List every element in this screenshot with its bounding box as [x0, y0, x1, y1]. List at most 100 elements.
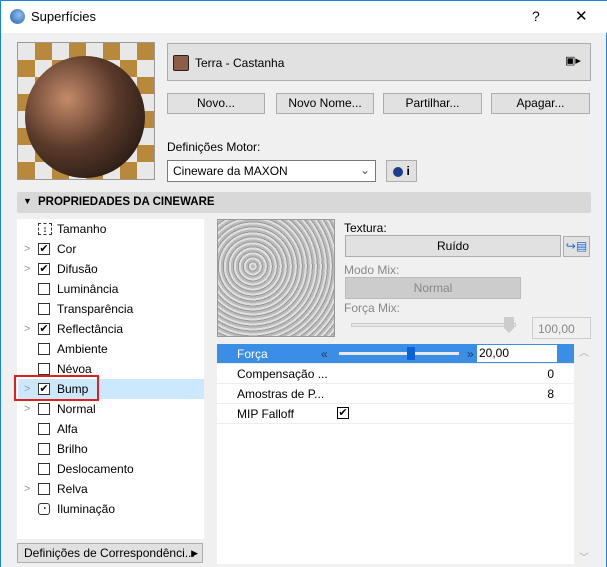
mix-strength-slider[interactable] — [351, 323, 516, 327]
share-button[interactable]: Partilhar... — [383, 93, 482, 114]
mix-strength-field[interactable]: 100,00 — [532, 317, 591, 339]
channel-checkbox[interactable] — [38, 443, 50, 455]
collapse-triangle-icon: ▼ — [23, 196, 32, 206]
property-name: Amostras de P... — [237, 387, 325, 401]
mix-strength-thumb[interactable] — [504, 317, 514, 333]
scrollbar[interactable]: ︿ ﹀ — [576, 344, 591, 564]
channel-item-cor[interactable]: > ✔ Cor — [18, 239, 204, 259]
size-icon: ↕ — [38, 223, 52, 235]
decrease-icon[interactable]: « — [321, 344, 328, 364]
delete-button[interactable]: Apagar... — [491, 93, 590, 114]
title-bar: Superfícies ? ✕ — [1, 1, 607, 33]
channel-checkbox[interactable] — [38, 343, 50, 355]
chevron-right-icon[interactable]: > — [24, 399, 30, 419]
mip-falloff-checkbox[interactable]: ✔ — [337, 407, 349, 419]
new-button[interactable]: Novo... — [167, 93, 265, 114]
property-name: MIP Falloff — [237, 407, 294, 421]
channel-label: Luminância — [57, 282, 119, 296]
chevron-right-icon[interactable]: > — [24, 319, 30, 339]
cineware-icon — [393, 166, 404, 177]
channel-checkbox[interactable] — [38, 283, 50, 295]
force-slider-thumb[interactable] — [407, 347, 415, 360]
channel-checkbox[interactable] — [38, 303, 50, 315]
scroll-up-icon[interactable]: ︿ — [579, 344, 589, 359]
mix-mode-label: Modo Mix: — [344, 263, 400, 277]
mapping-settings-label: Definições de Correspondênci... — [24, 546, 195, 560]
material-preview — [17, 42, 155, 180]
property-value: 8 — [547, 387, 554, 401]
channel-label: Deslocamento — [57, 462, 134, 476]
channel-checkbox[interactable] — [38, 403, 50, 415]
info-icon: i — [406, 164, 410, 178]
channel-label: Difusão — [57, 262, 98, 276]
property-value: 0 — [547, 367, 554, 381]
property-row[interactable]: MIP Falloff ✔ — [217, 404, 574, 424]
close-button[interactable]: ✕ — [575, 7, 588, 25]
channel-checkbox[interactable] — [38, 363, 50, 375]
channel-checkbox[interactable]: ✔ — [38, 263, 50, 275]
property-name: Compensação ... — [237, 367, 328, 381]
app-logo-icon — [10, 9, 25, 24]
channel-label: Iluminação — [57, 502, 116, 516]
scroll-down-icon[interactable]: ﹀ — [579, 549, 589, 564]
property-list-bottom — [217, 424, 574, 564]
engine-info-button[interactable]: i — [386, 160, 417, 182]
chevron-right-icon[interactable]: > — [24, 479, 30, 499]
engine-select[interactable]: Cineware da MAXON ⌄ — [167, 160, 376, 182]
channel-label: Ambiente — [57, 342, 108, 356]
channel-label: Transparência — [57, 302, 134, 316]
material-name-field[interactable]: Terra - Castanha ▣▸ — [167, 43, 591, 81]
channel-item-reflectância[interactable]: > ✔ Reflectância — [18, 319, 204, 339]
channel-label: Brilho — [57, 442, 88, 456]
channel-item-tamanho[interactable]: ↕ Tamanho — [18, 219, 204, 239]
mix-mode-select[interactable]: Normal — [345, 277, 521, 299]
channel-label: Tamanho — [57, 222, 107, 236]
channel-checkbox[interactable] — [38, 483, 50, 495]
channel-item-ambiente[interactable]: Ambiente — [18, 339, 204, 359]
property-row[interactable]: Amostras de P... 8 — [217, 384, 574, 404]
chevron-right-icon[interactable]: > — [24, 259, 30, 279]
texture-button[interactable]: Ruído — [345, 235, 561, 257]
image-menu-icon[interactable]: ▣▸ — [565, 54, 581, 67]
help-button[interactable]: ? — [532, 8, 540, 24]
channel-item-brilho[interactable]: Brilho — [18, 439, 204, 459]
channel-item-difusão[interactable]: > ✔ Difusão — [18, 259, 204, 279]
increase-icon[interactable]: » — [467, 344, 474, 364]
channel-label: Relva — [57, 482, 88, 496]
section-header[interactable]: ▼ PROPRIEDADES DA CINEWARE — [17, 192, 591, 213]
mapping-settings-button[interactable]: Definições de Correspondênci... ▶ — [17, 543, 203, 563]
channel-item-alfa[interactable]: Alfa — [18, 419, 204, 439]
channel-item-iluminação[interactable]: ◔ Iluminação — [18, 499, 204, 519]
load-texture-button[interactable]: ↪▤ — [563, 236, 590, 257]
section-title: PROPRIEDADES DA CINEWARE — [38, 196, 215, 208]
channel-label: Reflectância — [57, 322, 124, 336]
channel-checkbox[interactable] — [38, 423, 50, 435]
bump-highlight-box — [14, 375, 99, 401]
channel-label: Cor — [57, 242, 77, 256]
channel-checkbox[interactable]: ✔ — [38, 243, 50, 255]
channel-item-deslocamento[interactable]: Deslocamento — [18, 459, 204, 479]
engine-value: Cineware da MAXON — [173, 164, 288, 178]
window-title: Superfícies — [31, 9, 97, 24]
texture-label: Textura: — [344, 221, 387, 235]
rename-button[interactable]: Novo Nome... — [276, 93, 374, 114]
channel-label: Alfa — [57, 422, 78, 436]
channel-item-normal[interactable]: > Normal — [18, 399, 204, 419]
texture-load-icon: ↪▤ — [565, 239, 588, 253]
light-icon: ◔ — [38, 503, 50, 515]
property-row[interactable]: Força « » 20,00 — [217, 344, 574, 364]
force-value-field[interactable]: 20,00 — [477, 345, 557, 362]
texture-thumbnail — [217, 219, 335, 337]
channel-checkbox[interactable] — [38, 463, 50, 475]
force-value: 20,00 — [479, 346, 510, 360]
property-name: Força — [237, 347, 268, 361]
channel-item-relva[interactable]: > Relva — [18, 479, 204, 499]
channel-item-luminância[interactable]: Luminância — [18, 279, 204, 299]
force-slider[interactable] — [339, 352, 459, 355]
channel-item-transparência[interactable]: Transparência — [18, 299, 204, 319]
material-color-swatch — [173, 55, 189, 71]
channel-checkbox[interactable]: ✔ — [38, 323, 50, 335]
mix-strength-value: 100,00 — [538, 322, 575, 336]
property-row[interactable]: Compensação ... 0 — [217, 364, 574, 384]
chevron-right-icon[interactable]: > — [24, 239, 30, 259]
